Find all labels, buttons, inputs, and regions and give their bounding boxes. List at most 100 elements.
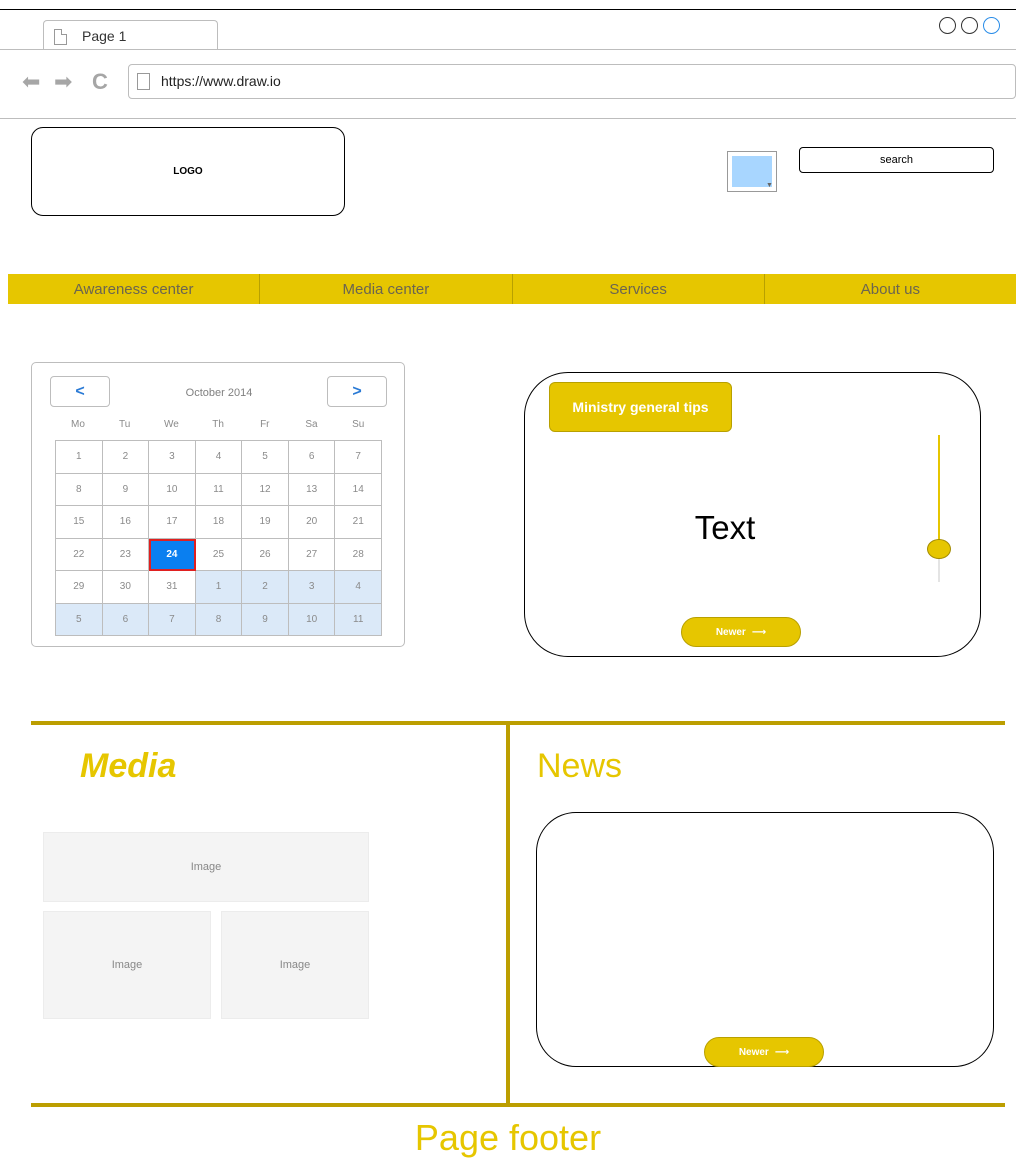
calendar-day[interactable]: 25 <box>195 538 243 571</box>
calendar-day[interactable]: 28 <box>335 538 382 571</box>
calendar-day[interactable]: 10 <box>149 473 196 506</box>
document-icon <box>54 29 67 45</box>
language-dropdown[interactable]: ▼ <box>727 151 777 192</box>
media-title: Media <box>80 747 177 785</box>
weekday-label: Sa <box>305 419 318 430</box>
window-control-circle-icon[interactable] <box>983 17 1000 34</box>
calendar-day[interactable]: 8 <box>56 473 103 506</box>
calendar-day[interactable]: 1 <box>56 441 103 474</box>
calendar-day[interactable]: 15 <box>56 506 103 539</box>
calendar-day[interactable]: 14 <box>335 473 382 506</box>
calendar-day[interactable]: 20 <box>288 506 336 539</box>
section-divider <box>506 721 510 1107</box>
section-top-rule <box>31 721 1005 725</box>
calendar-day[interactable]: 13 <box>288 473 336 506</box>
calendar-day[interactable]: 11 <box>195 473 243 506</box>
dropdown-caret-icon: ▼ <box>766 182 773 189</box>
window-top-border <box>0 9 1016 10</box>
media-image[interactable]: Image <box>43 911 211 1019</box>
weekday-label: Th <box>212 419 224 430</box>
calendar-day[interactable]: 19 <box>242 506 289 539</box>
calendar-day[interactable]: 4 <box>335 571 382 604</box>
calendar-day[interactable]: 5 <box>56 603 103 636</box>
back-arrow-icon[interactable]: ⬅ <box>22 70 40 94</box>
section-bottom-rule <box>31 1103 1005 1107</box>
window-control-circle-icon[interactable] <box>961 17 978 34</box>
calendar-day[interactable]: 12 <box>242 473 289 506</box>
calendar-day[interactable]: 21 <box>335 506 382 539</box>
menu-item-awareness-center[interactable]: Awareness center <box>8 274 261 304</box>
news-newer-button[interactable]: Newer ⟶ <box>704 1037 824 1067</box>
forward-arrow-icon[interactable]: ➡ <box>54 70 72 94</box>
calendar-widget: < October 2014 > Mo Tu We Th Fr Sa Su 12345678… <box>31 362 405 647</box>
calendar-day[interactable]: 23 <box>102 538 150 571</box>
calendar-day[interactable]: 17 <box>149 506 196 539</box>
calendar-day[interactable]: 16 <box>102 506 150 539</box>
calendar-day[interactable]: 4 <box>195 441 243 474</box>
tips-panel: Ministry general tips Text Newer ⟶ <box>524 372 981 657</box>
tips-newer-button[interactable]: Newer ⟶ <box>681 617 801 647</box>
calendar-day[interactable]: 3 <box>149 441 196 474</box>
calendar-month-label: October 2014 <box>185 387 253 399</box>
weekday-label: Tu <box>119 419 131 430</box>
weekday-label: Fr <box>260 419 270 430</box>
weekday-label: Mo <box>71 419 85 430</box>
calendar-day[interactable]: 8 <box>195 603 243 636</box>
calendar-day[interactable]: 9 <box>102 473 150 506</box>
newer-label: Newer <box>738 1046 769 1058</box>
news-panel <box>536 812 994 1067</box>
address-bar[interactable]: https://www.draw.io <box>128 64 1016 99</box>
search-label: search <box>879 154 914 166</box>
url-text[interactable]: https://www.draw.io <box>161 73 281 89</box>
arrow-right-icon: ⟶ <box>751 626 767 638</box>
calendar-day[interactable]: 2 <box>242 571 289 604</box>
calendar-day[interactable]: 5 <box>242 441 289 474</box>
calendar-day[interactable]: 11 <box>335 603 382 636</box>
arrow-right-icon: ⟶ <box>774 1046 790 1058</box>
logo[interactable]: LOGO <box>31 127 345 216</box>
calendar-prev-button[interactable]: < <box>50 376 110 407</box>
media-image[interactable]: Image <box>43 832 369 902</box>
reload-icon[interactable]: C <box>92 70 108 94</box>
media-image[interactable]: Image <box>221 911 369 1019</box>
tab-page-1[interactable]: Page 1 <box>43 20 218 50</box>
calendar-day[interactable]: 10 <box>288 603 336 636</box>
calendar-day[interactable]: 31 <box>149 571 196 604</box>
calendar-day[interactable]: 26 <box>242 538 289 571</box>
page-footer: Page footer <box>414 1117 602 1158</box>
calendar-day[interactable]: 29 <box>56 571 103 604</box>
menu-item-media-center[interactable]: Media center <box>260 274 513 304</box>
news-title: News <box>537 747 623 785</box>
menu-item-about-us[interactable]: About us <box>765 274 1016 304</box>
chrome-divider <box>0 118 1016 119</box>
newer-label: Newer <box>715 626 746 638</box>
calendar-day[interactable]: 2 <box>102 441 150 474</box>
weekday-label: Su <box>352 419 365 430</box>
slider-thumb[interactable] <box>927 539 951 559</box>
calendar-day[interactable]: 7 <box>335 441 382 474</box>
calendar-day[interactable]: 18 <box>195 506 243 539</box>
tips-heading: Ministry general tips <box>549 382 732 432</box>
calendar-day[interactable]: 27 <box>288 538 336 571</box>
logo-text: LOGO <box>173 166 203 177</box>
tab-label: Page 1 <box>82 28 127 44</box>
tips-body-text: Text <box>694 509 756 546</box>
calendar-day[interactable]: 6 <box>288 441 336 474</box>
calendar-day[interactable]: 7 <box>149 603 196 636</box>
menu-item-services[interactable]: Services <box>513 274 765 304</box>
slider-track[interactable] <box>938 435 940 548</box>
weekday-label: We <box>163 419 179 430</box>
calendar-day[interactable]: 9 <box>242 603 289 636</box>
tab-strip-divider <box>0 49 1016 50</box>
window-control-circle-icon[interactable] <box>939 17 956 34</box>
calendar-day[interactable]: 3 <box>288 571 336 604</box>
search-input[interactable]: search <box>799 147 994 173</box>
page-icon <box>137 73 150 90</box>
calendar-day[interactable]: 1 <box>195 571 243 604</box>
calendar-day[interactable]: 22 <box>56 538 103 571</box>
calendar-day[interactable]: 6 <box>102 603 150 636</box>
calendar-day[interactable]: 30 <box>102 571 150 604</box>
main-menu: Awareness center Media center Services A… <box>8 274 1016 304</box>
calendar-day[interactable]: 24 <box>149 538 196 571</box>
calendar-next-button[interactable]: > <box>327 376 387 407</box>
